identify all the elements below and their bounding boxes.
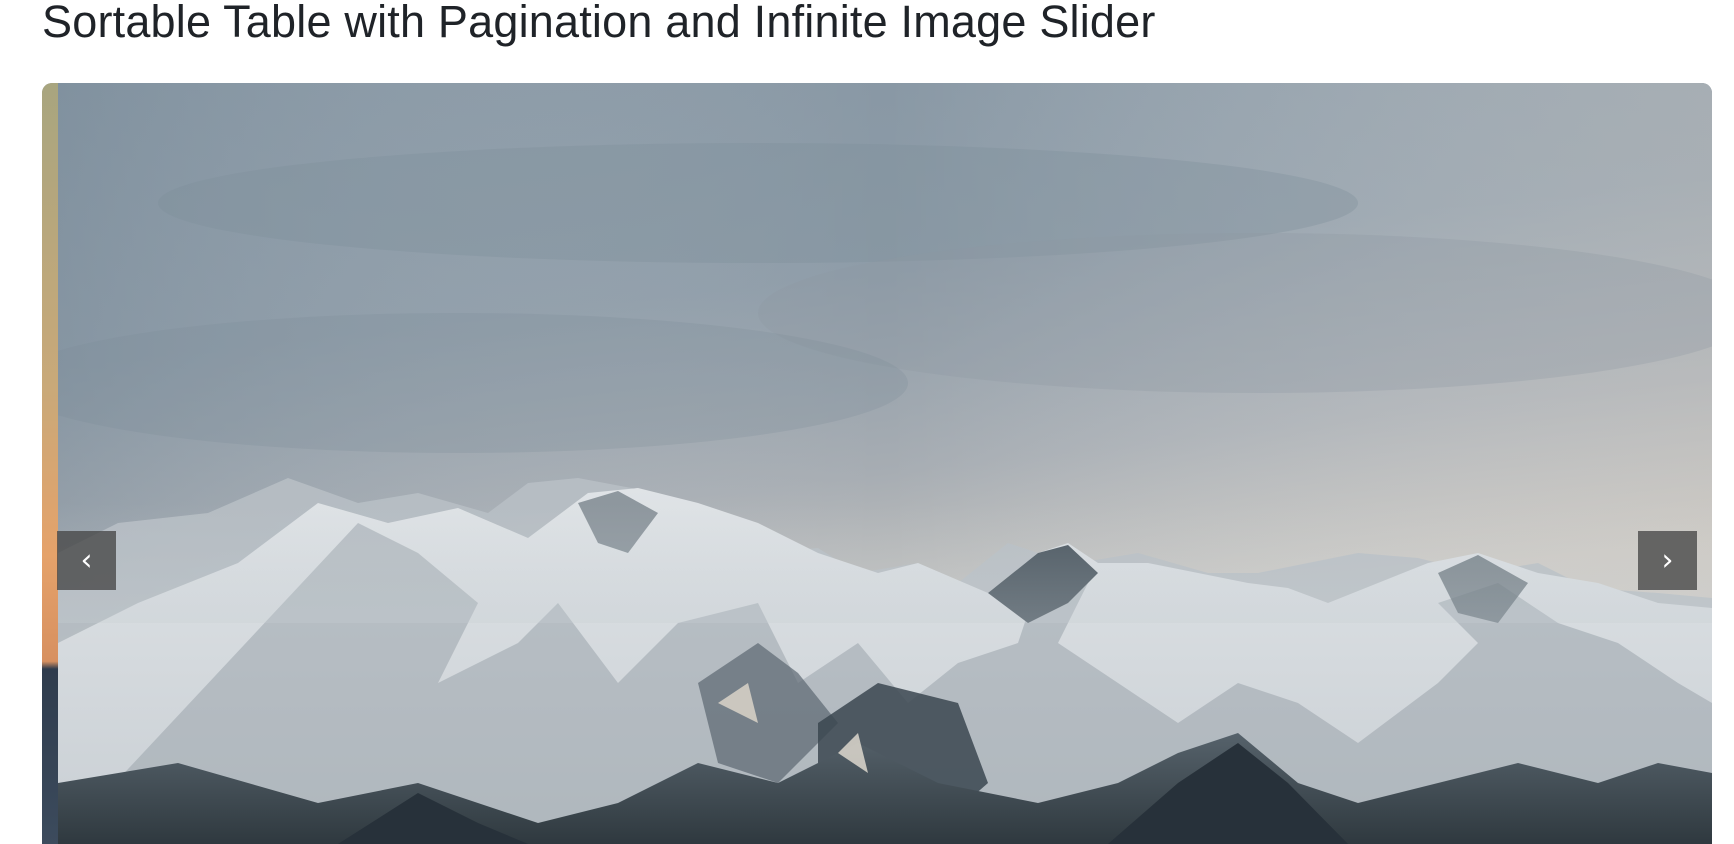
mountain-landscape-image	[58, 83, 1712, 844]
slider-next-button[interactable]: ›	[1638, 531, 1697, 590]
slide-previous-edge	[42, 83, 58, 844]
chevron-left-icon: ‹	[80, 543, 93, 578]
image-slider[interactable]: ‹ ›	[42, 83, 1712, 844]
page-title: Sortable Table with Pagination and Infin…	[42, 0, 1156, 47]
slide-image-mountains	[58, 83, 1712, 844]
slider-prev-button[interactable]: ‹	[57, 531, 116, 590]
page: Sortable Table with Pagination and Infin…	[0, 0, 1734, 844]
chevron-right-icon: ›	[1661, 543, 1674, 578]
